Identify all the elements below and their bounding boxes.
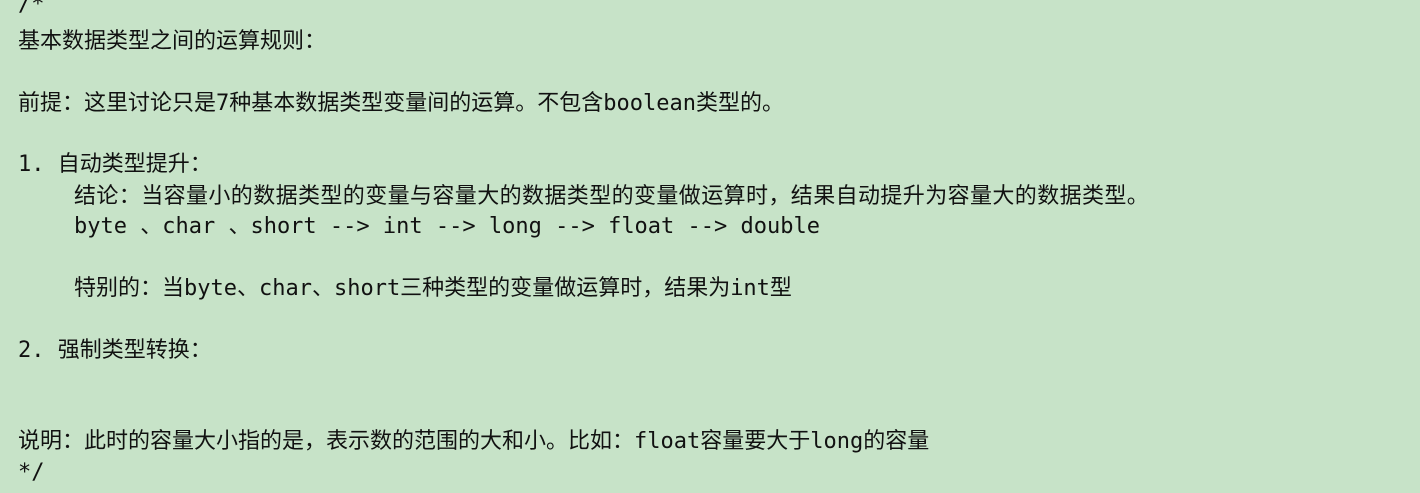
comment-heading: 基本数据类型之间的运算规则：	[18, 29, 327, 54]
code-editor: /* 基本数据类型之间的运算规则： 前提：这里讨论只是7种基本数据类型变量间的运…	[0, 0, 1420, 493]
rule1-special: 特别的：当byte、char、short三种类型的变量做运算时，结果为int型	[74, 276, 792, 301]
rule1-type-order: byte 、char 、short --> int --> long --> f…	[74, 214, 820, 239]
rule1-conclusion: 结论：当容量小的数据类型的变量与容量大的数据类型的变量做运算时，结果自动提升为容…	[74, 184, 1150, 209]
rule1-title: 1. 自动类型提升：	[18, 152, 212, 177]
rule2-title: 2. 强制类型转换：	[18, 338, 212, 363]
comment-note: 说明：此时的容量大小指的是，表示数的范围的大和小。比如：float容量要大于lo…	[18, 429, 930, 454]
comment-close: */	[18, 460, 45, 485]
comment-premise: 前提：这里讨论只是7种基本数据类型变量间的运算。不包含boolean类型的。	[18, 91, 784, 116]
comment-open: /*	[18, 0, 45, 17]
